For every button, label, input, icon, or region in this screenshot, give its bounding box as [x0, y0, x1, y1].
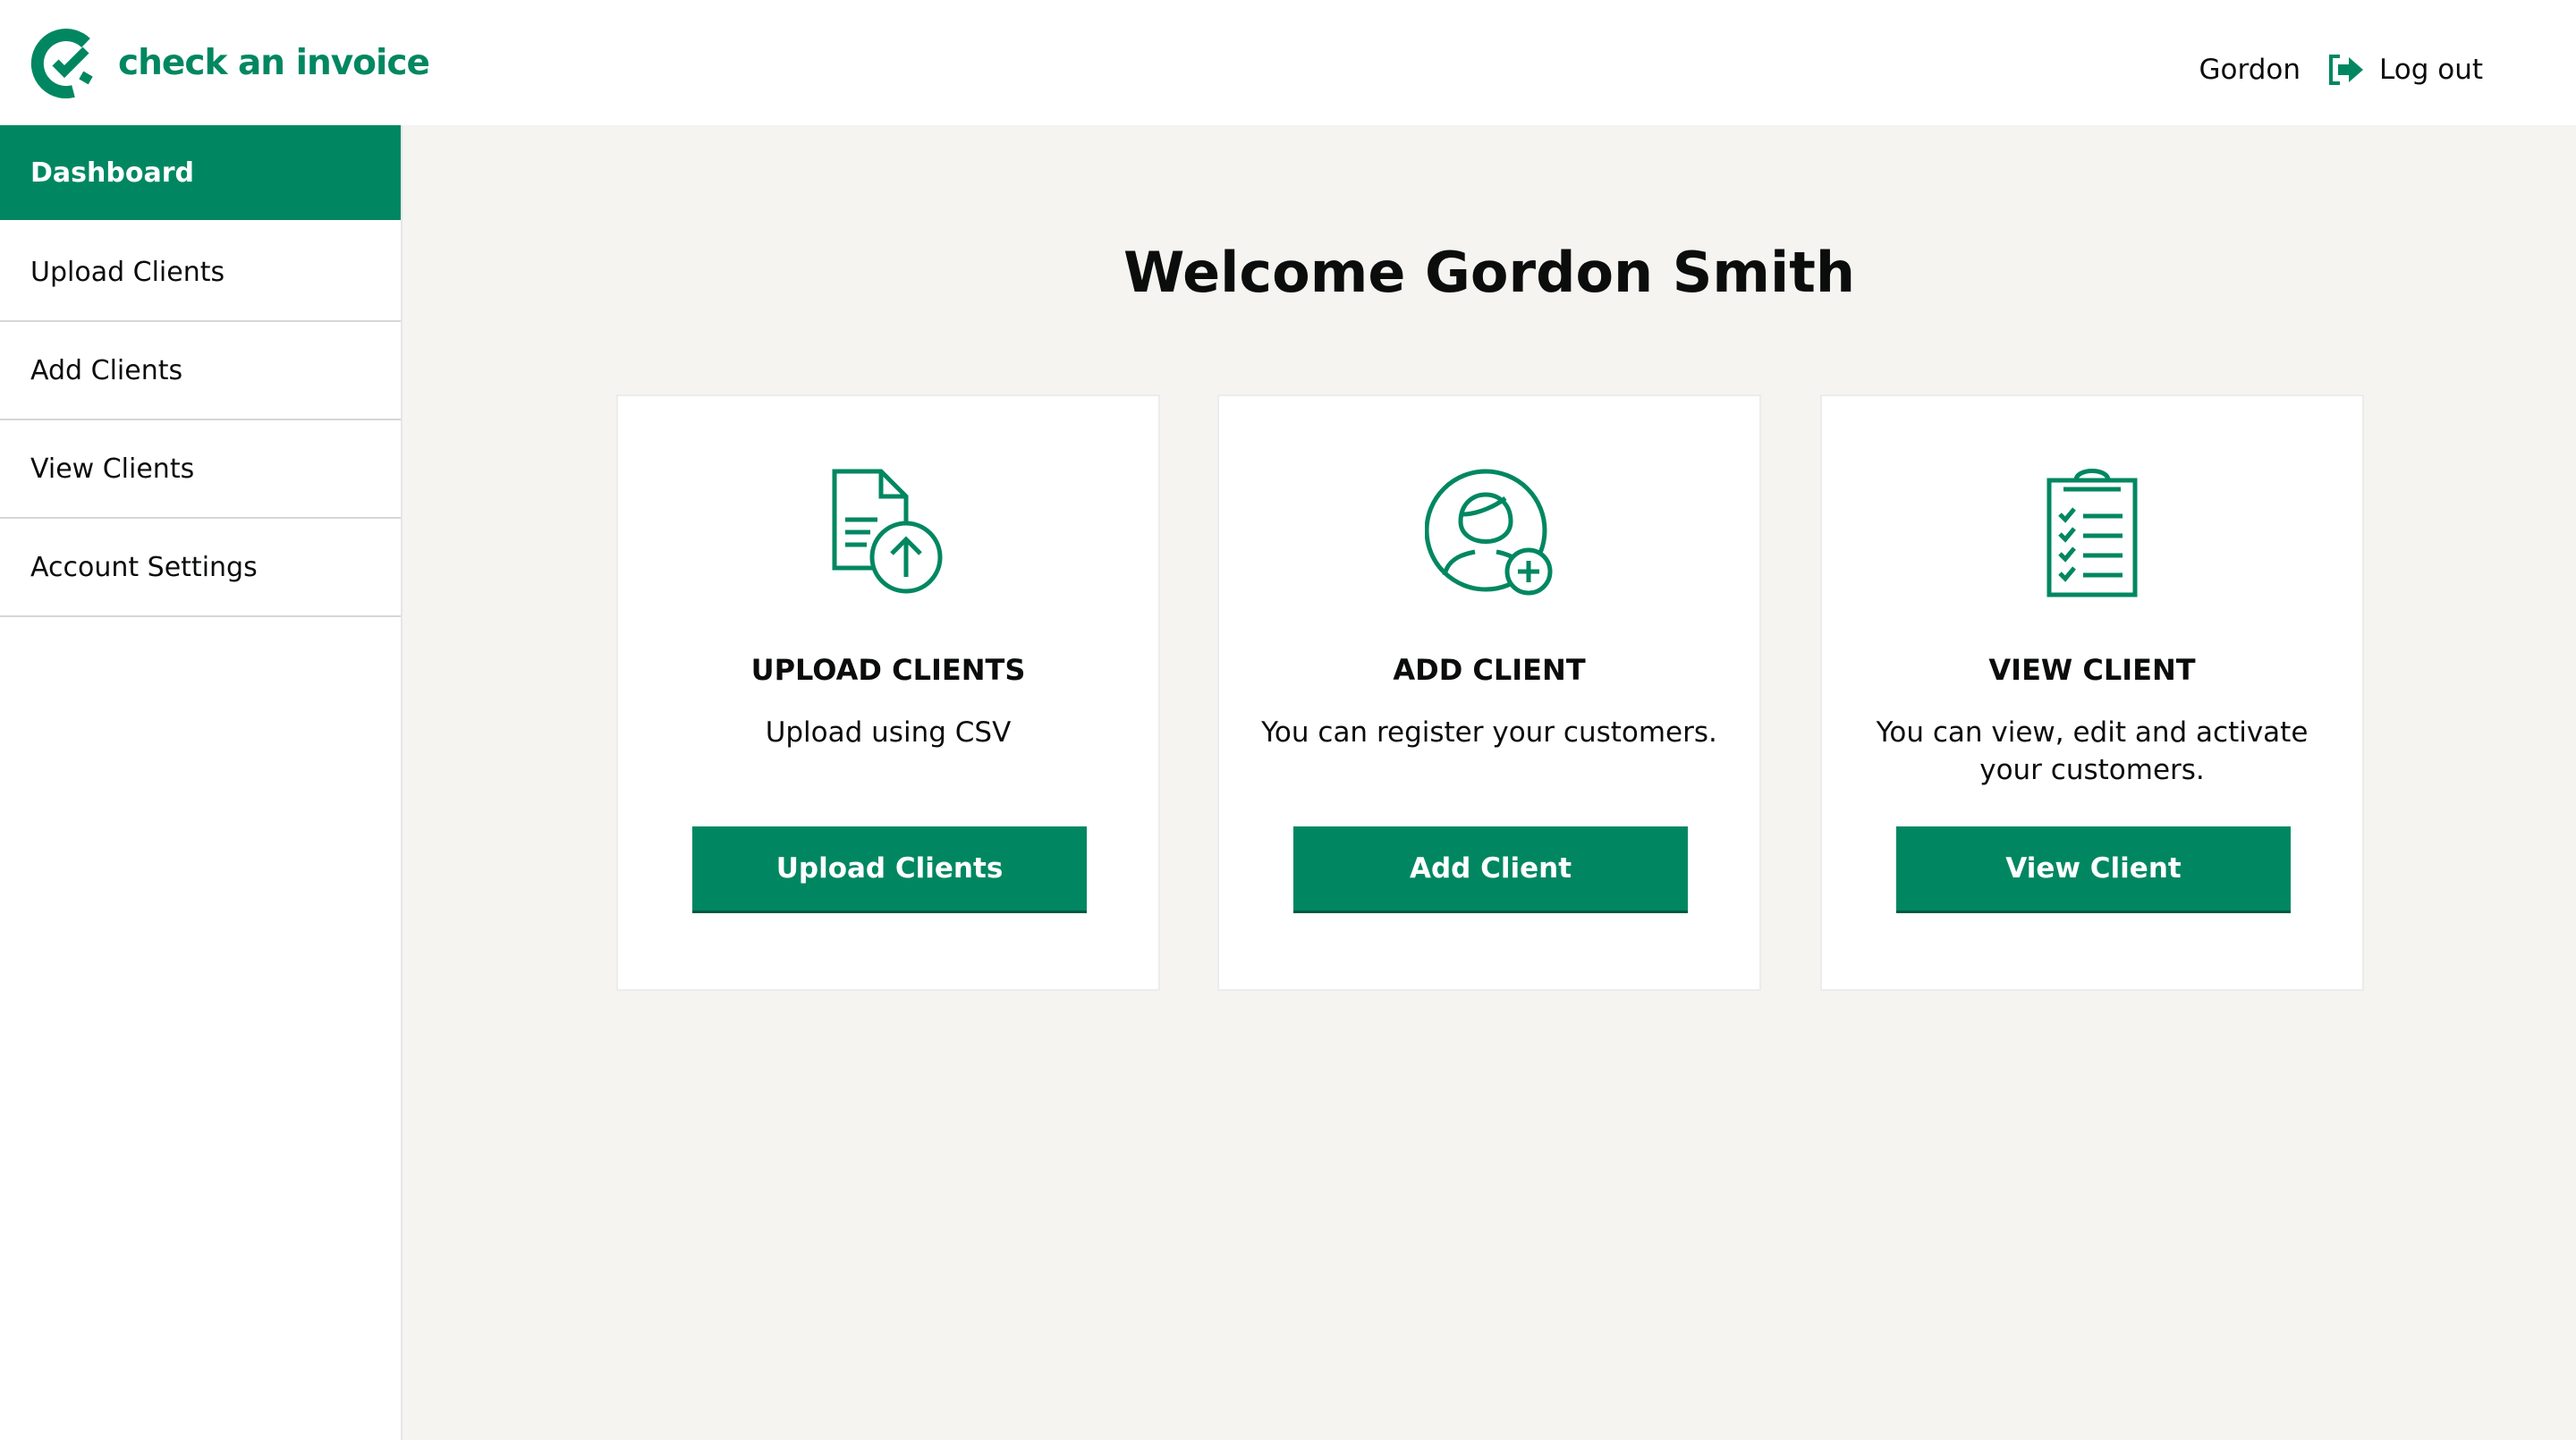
- logo[interactable]: check an invoice: [30, 27, 430, 98]
- upload-clients-card: UPLOAD CLIENTS Upload using CSV Upload C…: [616, 394, 1160, 991]
- sidebar-item-view-clients[interactable]: View Clients: [0, 420, 401, 519]
- view-client-card: VIEW CLIENT You can view, edit and activ…: [1820, 394, 2364, 991]
- file-upload-icon: [618, 468, 1158, 597]
- card-description: You can view, edit and activate your cus…: [1876, 716, 2309, 786]
- add-client-button[interactable]: Add Client: [1293, 826, 1688, 911]
- card-description: Upload using CSV: [765, 716, 1012, 749]
- page-title: Welcome Gordon Smith: [1123, 240, 1856, 305]
- logout-icon: [2329, 55, 2363, 85]
- card-heading: UPLOAD CLIENTS: [750, 653, 1026, 687]
- header: check an invoice Gordon Log out: [0, 0, 2576, 125]
- sidebar-item-add-clients[interactable]: Add Clients: [0, 322, 401, 420]
- logout-link[interactable]: Log out: [2327, 54, 2483, 86]
- logo-text: check an invoice: [118, 42, 430, 83]
- sidebar: Dashboard Upload Clients Add Clients Vie…: [0, 125, 402, 1440]
- sidebar-item-account-settings[interactable]: Account Settings: [0, 519, 401, 617]
- upload-clients-button[interactable]: Upload Clients: [692, 826, 1087, 911]
- clipboard-checklist-icon: [1822, 468, 2362, 597]
- logo-icon: [30, 29, 93, 98]
- card-description: You can register your customers.: [1261, 716, 1717, 749]
- sidebar-item-upload-clients[interactable]: Upload Clients: [0, 224, 401, 322]
- add-user-icon: [1219, 468, 1759, 597]
- card-heading: VIEW CLIENT: [1988, 653, 2196, 687]
- user-name: Gordon: [2199, 54, 2301, 86]
- sidebar-item-dashboard[interactable]: Dashboard: [0, 125, 401, 220]
- card-heading: ADD CLIENT: [1393, 653, 1586, 687]
- add-client-card: ADD CLIENT You can register your custome…: [1217, 394, 1761, 991]
- view-client-button[interactable]: View Client: [1896, 826, 2291, 911]
- logout-label: Log out: [2379, 54, 2483, 86]
